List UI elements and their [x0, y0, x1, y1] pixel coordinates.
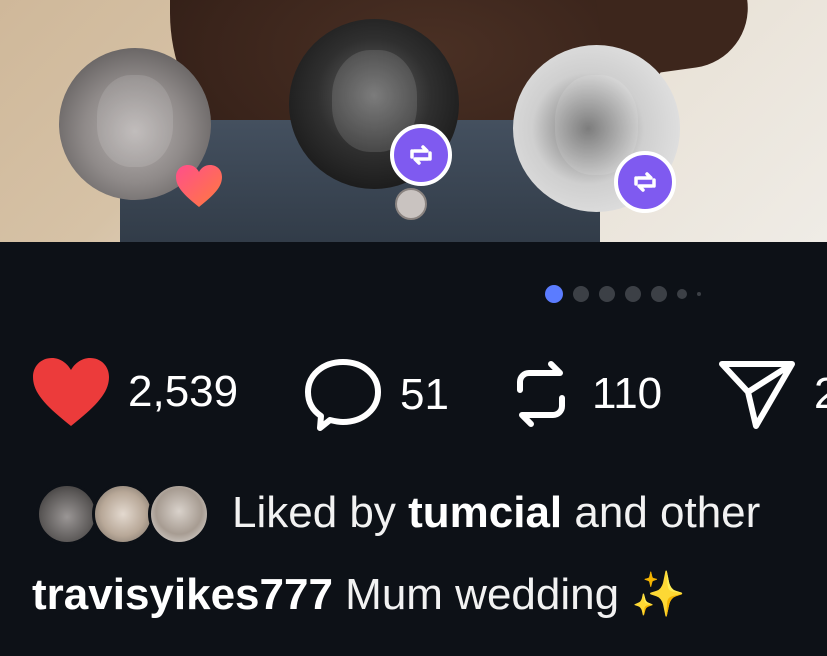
liker-avatar[interactable] [148, 483, 210, 545]
comment-icon[interactable] [302, 356, 384, 434]
heart-filled-icon[interactable] [30, 356, 112, 428]
repost-badge-icon [390, 124, 452, 186]
avatar-face [97, 75, 173, 167]
send-icon[interactable] [716, 356, 798, 432]
post-caption: travisyikes777 Mum wedding ✨ [32, 568, 686, 620]
heart-reaction-icon [176, 165, 222, 207]
caption-text: Mum wedding ✨ [332, 570, 687, 619]
liked-by-user[interactable]: tumcial [408, 488, 562, 537]
like-action[interactable]: 2,539 [30, 356, 238, 428]
carousel-dot [697, 292, 701, 296]
carousel-dot [677, 289, 687, 299]
liked-by-text: Liked by tumcial and other [232, 488, 760, 538]
repost-count: 110 [592, 369, 663, 418]
repost-badge-icon [614, 151, 676, 213]
liked-by-prefix: Liked by [232, 488, 409, 537]
liked-by-suffix: and other [562, 488, 761, 537]
comment-count: 51 [400, 370, 449, 419]
liked-by-row[interactable]: Liked by tumcial and other [36, 480, 827, 550]
liker-avatar[interactable] [36, 483, 98, 545]
comment-action[interactable]: 51 [302, 356, 449, 434]
share-count: 2 [814, 369, 827, 418]
carousel-dot-active [545, 285, 563, 303]
repost-icon[interactable] [506, 356, 576, 432]
carousel-dot [625, 286, 641, 302]
caption-username[interactable]: travisyikes777 [32, 570, 333, 619]
carousel-dots[interactable] [545, 283, 711, 305]
repost-action[interactable]: 110 [506, 356, 662, 432]
carousel-dot [573, 286, 589, 302]
photo-jeans-button [395, 188, 427, 220]
carousel-dot [651, 286, 667, 302]
post-image[interactable] [0, 0, 827, 242]
liker-avatar[interactable] [92, 483, 154, 545]
share-action[interactable]: 2 [716, 356, 827, 432]
carousel-dot [599, 286, 615, 302]
like-count: 2,539 [128, 367, 239, 416]
